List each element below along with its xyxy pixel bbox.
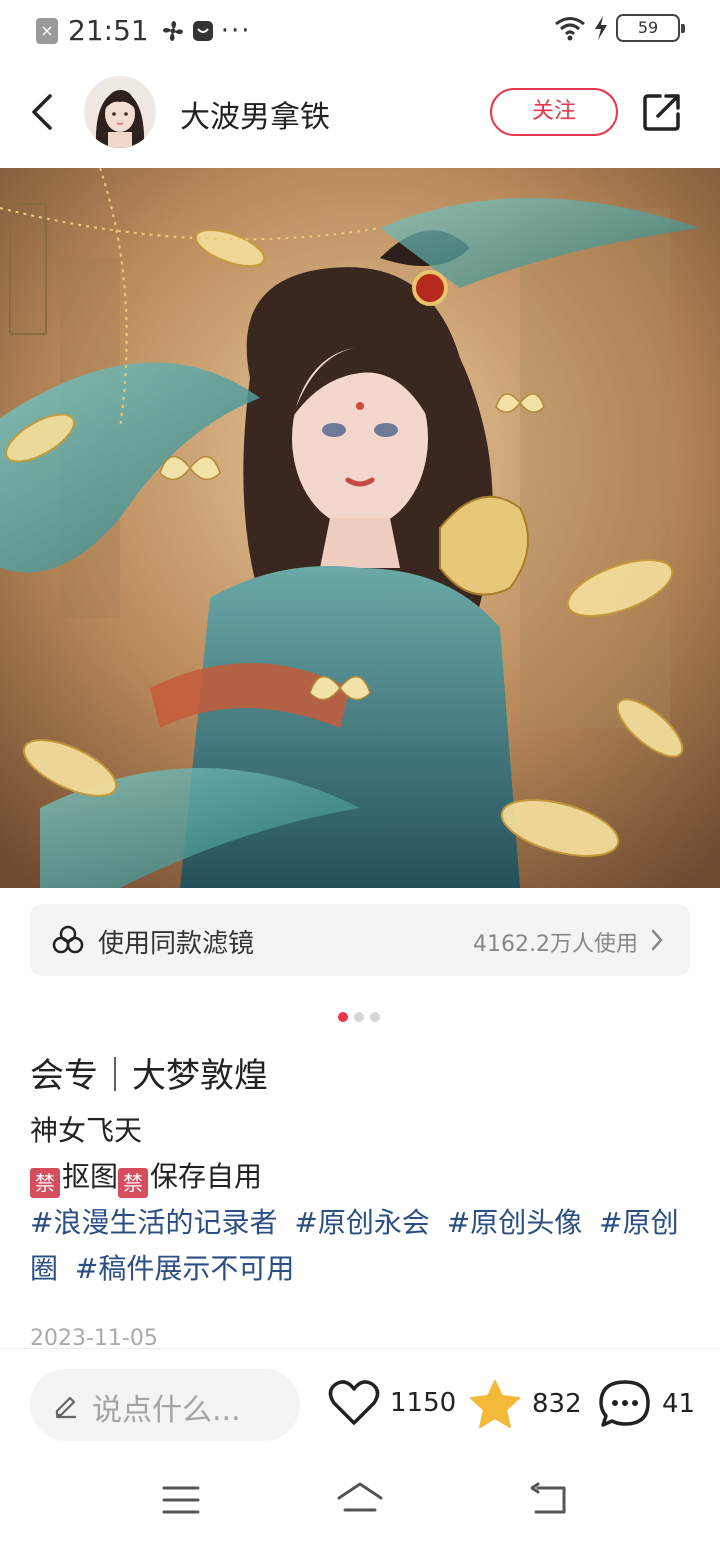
comment-placeholder: 说点什么...: [92, 1393, 241, 1428]
post-detail-page: × 21:51 ··· 59 大波男拿铁 关注 使用同款滤镜 4162.2万人使…: [0, 0, 720, 1544]
hashtag-link[interactable]: #稿件展示不可用: [75, 1252, 294, 1285]
page-dot: [354, 1012, 364, 1022]
hashtag-link[interactable]: #原创永会: [294, 1206, 429, 1239]
filter-label: 使用同款滤镜: [98, 929, 255, 959]
post-tags: #浪漫生活的记录者 #原创永会 #原创头像 #原创圈 #稿件展示不可用: [30, 1200, 690, 1292]
hashtag-link[interactable]: #原创头像: [447, 1206, 582, 1239]
like-count: 1150: [390, 1388, 457, 1418]
status-time: 21:51: [68, 14, 149, 47]
hashtag-link[interactable]: #浪漫生活的记录者: [30, 1206, 277, 1239]
post-date: 2023-11-05: [30, 1326, 158, 1348]
page-dot: [370, 1012, 380, 1022]
chevron-right-icon: [651, 929, 663, 951]
menu-icon[interactable]: [156, 1480, 206, 1520]
favorite-count: 832: [532, 1389, 582, 1419]
author-avatar[interactable]: [84, 76, 156, 148]
ban-emoji-icon: 禁: [30, 1168, 60, 1198]
comment-bubble-icon: [599, 1380, 650, 1427]
filter-usage-count: 4162.2万人使用: [473, 932, 638, 957]
post-image[interactable]: [0, 168, 720, 888]
post-title: 会专｜大梦敦煌: [30, 1056, 268, 1096]
back-arrow-icon[interactable]: [24, 90, 64, 134]
post-line-1: 神女飞天: [30, 1114, 143, 1147]
page-dot-active: [338, 1012, 348, 1022]
bottom-action-bar: 说点什么... 1150 832 41: [0, 1348, 720, 1458]
image-page-indicator: [338, 1012, 380, 1022]
status-bar: × 21:51 ··· 59: [0, 0, 720, 58]
ban-emoji-icon: 禁: [118, 1168, 149, 1198]
pencil-icon: [55, 1396, 77, 1419]
comment-count: 41: [662, 1389, 696, 1419]
system-nav-bar: [0, 1458, 720, 1544]
follow-button[interactable]: 关注: [490, 88, 618, 136]
home-icon[interactable]: [335, 1480, 385, 1520]
favorite-button[interactable]: 832: [468, 1379, 582, 1429]
filter-icon: [52, 925, 84, 954]
comment-button[interactable]: 41: [598, 1379, 695, 1429]
like-button[interactable]: 1150: [328, 1379, 456, 1427]
back-nav-icon[interactable]: [524, 1480, 574, 1520]
star-icon: [470, 1380, 520, 1428]
post-header: 大波男拿铁 关注: [0, 70, 720, 160]
same-filter-bar[interactable]: 使用同款滤镜 4162.2万人使用: [30, 904, 690, 976]
app-icon: [192, 20, 213, 41]
heart-icon: [328, 1380, 380, 1425]
post-line-2: 禁抠图禁保存自用: [30, 1154, 690, 1200]
post-line-2-text-a: 抠图: [62, 1160, 119, 1193]
wifi-icon: [555, 17, 585, 41]
post-line-2-text-b: 保存自用: [150, 1160, 263, 1193]
charging-icon: [595, 16, 607, 40]
fan-icon: [162, 20, 183, 41]
battery-level: 59: [637, 18, 659, 37]
post-body: 神女飞天 禁抠图禁保存自用 #浪漫生活的记录者 #原创永会 #原创头像 #原创圈…: [30, 1108, 690, 1292]
close-notification-icon: ×: [36, 17, 58, 44]
battery-icon: 59: [616, 14, 685, 42]
author-username[interactable]: 大波男拿铁: [180, 92, 330, 136]
more-notifications: ···: [220, 15, 252, 46]
share-icon[interactable]: [640, 90, 684, 134]
comment-input[interactable]: 说点什么...: [30, 1369, 300, 1441]
